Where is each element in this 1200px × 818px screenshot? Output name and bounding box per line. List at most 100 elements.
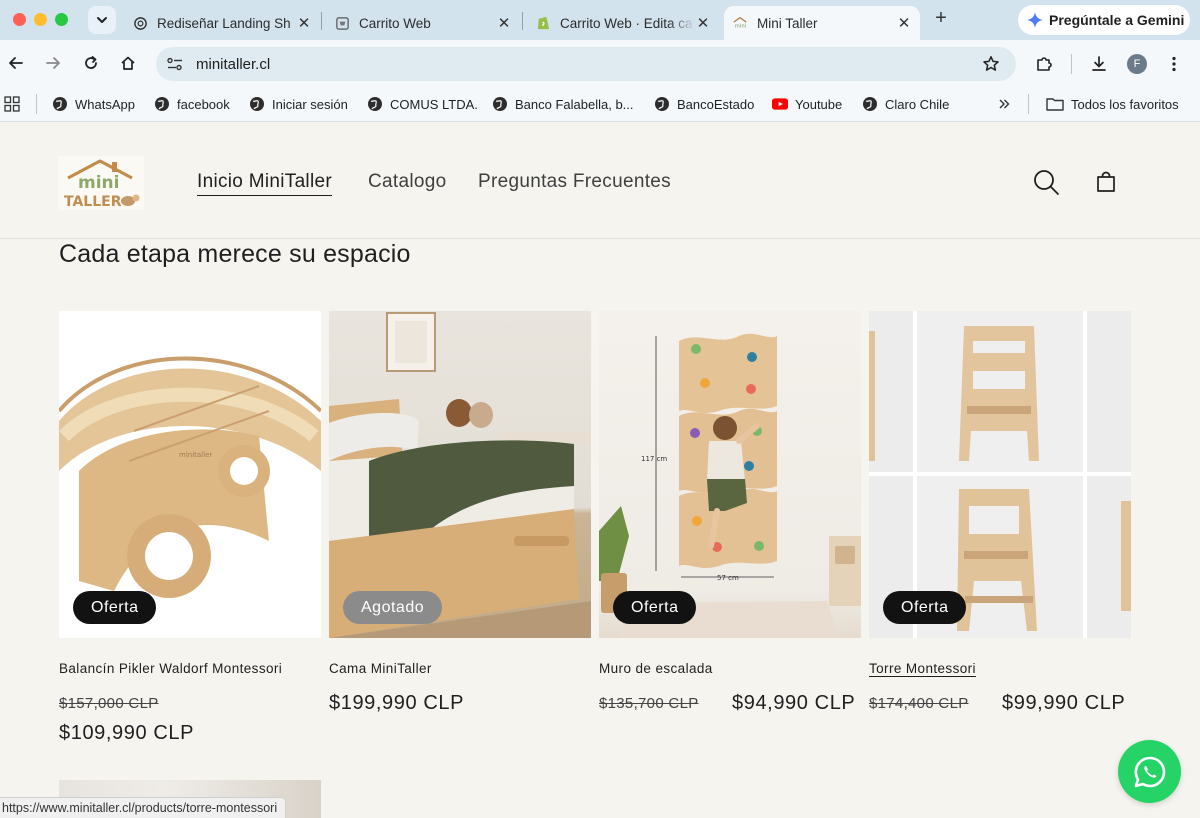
bookmark-youtube[interactable]: Youtube [772,94,842,114]
sale-badge: Oferta [73,591,157,624]
bookmark-comus[interactable]: COMUS LTDA. [367,94,478,114]
product-card-balancin[interactable]: minitaller Oferta Balancín Pikler Waldor… [59,311,321,744]
price-regular: $157,000 CLP [59,695,159,712]
arrow-right-icon [46,57,60,69]
site-cart-button[interactable] [1091,167,1121,197]
product-card-muro[interactable]: 117 cm 57 cm Oferta Muro de escalada $13… [599,311,861,714]
tab-title: Rediseñar Landing Sh [157,15,291,31]
apps-button[interactable] [4,94,20,114]
nav-preguntas-frecuentes[interactable]: Preguntas Frecuentes [478,171,671,193]
nav-inicio[interactable]: Inicio MiniTaller [197,171,332,196]
close-window-button[interactable] [13,13,26,26]
tab-separator [321,12,322,30]
apps-grid-icon [4,96,20,112]
product-image-torre-montessori[interactable]: Oferta [869,311,1131,638]
tab-search-button[interactable] [88,6,116,34]
tab-0[interactable]: Rediseñar Landing Sh ✕ [124,6,320,40]
logo-taller-text: TALLER [64,194,122,210]
forward-button[interactable] [43,53,63,73]
product-name[interactable]: Balancín Pikler Waldorf Montessori [59,661,282,676]
gemini-sparkle-icon [1027,12,1043,28]
product-name[interactable]: Torre Montessori [869,661,976,676]
bookmark-iniciar-sesion[interactable]: Iniciar sesión [249,94,348,114]
bookmarks-separator [36,94,37,114]
reload-button[interactable] [81,53,101,73]
download-icon [1092,56,1106,71]
svg-text:mini: mini [735,23,747,29]
reload-icon [85,56,97,69]
openai-icon [132,15,148,31]
product-card-torre-montessori[interactable]: Oferta Torre Montessori $174,400 CLP $99… [869,311,1131,714]
bookmark-label: facebook [177,96,230,112]
bookmark-label: WhatsApp [75,96,135,112]
bookmark-star-icon[interactable] [982,55,1000,73]
product-image-cama[interactable]: Agotado [329,311,591,638]
site-info-icon[interactable] [166,56,184,72]
minitaller-icon: mini [732,15,748,31]
product-image-balancin[interactable]: minitaller Oferta [59,311,321,638]
tab-3-active[interactable]: mini Mini Taller ✕ [724,6,920,40]
downloads-button[interactable] [1088,53,1110,75]
tab-bar: Rediseñar Landing Sh ✕ Carrito Web ✕ Car… [0,0,1200,40]
globe-icon [249,96,265,112]
youtube-icon [772,96,788,112]
close-icon[interactable]: ✕ [896,14,912,32]
bookmark-label: Todos los favoritos [1071,96,1179,112]
globe-icon [52,96,68,112]
browser-toolbar: minitaller.cl [0,40,1200,86]
bookmarks-bar: WhatsApp facebook Iniciar sesión COMUS L… [0,86,1200,122]
address-bar[interactable]: minitaller.cl [156,47,1016,81]
bookmark-label: Iniciar sesión [272,96,348,112]
url-text: minitaller.cl [196,55,271,73]
product-name[interactable]: Muro de escalada [599,661,713,676]
tab-1[interactable]: Carrito Web ✕ [326,6,520,40]
nav-catalogo[interactable]: Catalogo [368,171,446,193]
chevron-down-icon [97,17,107,23]
minimize-window-button[interactable] [34,13,47,26]
all-bookmarks-folder[interactable]: Todos los favoritos [1046,94,1179,114]
tab-2[interactable]: Carrito Web · Edita ca ✕ [527,6,719,40]
ask-gemini-button[interactable]: Pregúntale a Gemini [1018,5,1190,35]
shopping-bag-icon [1097,171,1115,192]
price-regular: $199,990 CLP [329,692,465,714]
site-header: mini TALLER Inicio MiniTaller Catalogo P… [0,123,1200,239]
sale-badge: Oferta [883,591,967,624]
home-button[interactable] [118,53,138,73]
globe-icon [492,96,508,112]
bookmark-label: Youtube [795,96,843,112]
price-sale: $109,990 CLP [59,722,195,744]
tab-title: Carrito Web [359,15,431,31]
whatsapp-icon [1134,756,1165,787]
cart-page-icon [334,15,350,31]
site-search-button[interactable] [1031,167,1061,197]
product-image-muro[interactable]: 117 cm 57 cm Oferta [599,311,861,638]
globe-icon [367,96,383,112]
close-icon[interactable]: ✕ [695,14,711,32]
bookmark-bancoestado[interactable]: BancoEstado [654,94,754,114]
close-icon[interactable]: ✕ [296,14,312,32]
bookmark-banco-falabella[interactable]: Banco Falabella, b... [492,94,634,114]
sold-out-badge: Agotado [343,591,443,624]
close-icon[interactable]: ✕ [496,14,512,32]
extensions-button[interactable] [1033,53,1055,75]
price-sale: $99,990 CLP [1002,692,1126,714]
bookmark-whatsapp[interactable]: WhatsApp [52,94,135,114]
maximize-window-button[interactable] [55,13,68,26]
back-button[interactable] [6,53,26,73]
product-card-cama[interactable]: Agotado Cama MiniTaller $199,990 CLP [329,311,591,714]
bookmark-facebook[interactable]: facebook [154,94,230,114]
bookmark-label: Banco Falabella, b... [515,96,634,112]
product-name[interactable]: Cama MiniTaller [329,661,432,676]
browser-menu-button[interactable] [1163,53,1185,75]
profile-avatar[interactable]: F [1127,54,1147,74]
bookmarks-overflow-button[interactable] [998,94,1010,114]
whatsapp-chat-button[interactable] [1118,740,1181,803]
sale-badge: Oferta [613,591,697,624]
bookmark-claro-chile[interactable]: Claro Chile [862,94,949,114]
site-logo[interactable]: mini TALLER [58,156,144,210]
new-tab-button[interactable]: + [930,8,952,30]
height-dimension-label: 117 cm [641,455,667,463]
home-icon [121,56,135,70]
price-sale: $94,990 CLP [732,692,856,714]
tab-separator [522,12,523,30]
